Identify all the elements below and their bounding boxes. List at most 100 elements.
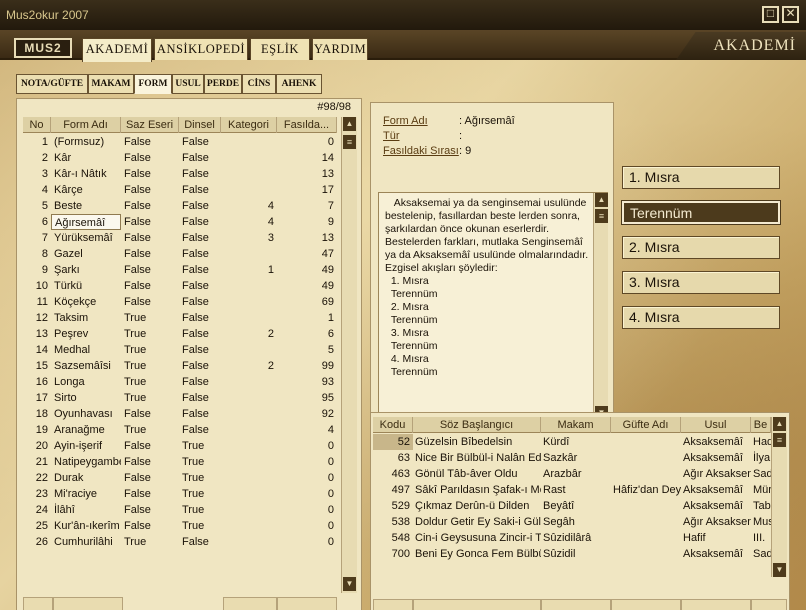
tab-yardim[interactable]: YARDIM bbox=[312, 38, 368, 60]
table-row[interactable]: 63 Nice Bir Bülbül-i Nalân Edey Sazkâr Aksa… bbox=[373, 450, 771, 466]
cell-no: 20 bbox=[35, 440, 48, 452]
cell-form-adi: Şarkı bbox=[54, 264, 80, 276]
cell-soz-baslangici: Nice Bir Bülbül-i Nalân Edey bbox=[415, 452, 541, 464]
tab-eslik[interactable]: EŞLİK bbox=[250, 38, 310, 60]
column-header-form-adi[interactable]: Form Adı bbox=[51, 117, 121, 133]
table-row[interactable]: 5 Beste False False 4 7 bbox=[23, 198, 337, 214]
table-row[interactable]: 14 Medhal True False 5 bbox=[23, 342, 337, 358]
scroll-up-icon[interactable]: ▲ bbox=[773, 417, 786, 431]
table-row[interactable]: 25 Kur'ân-ıkerîm False True 0 bbox=[23, 518, 337, 534]
table-row[interactable]: 17 Sirto True False 95 bbox=[23, 390, 337, 406]
section-button-5[interactable]: 4. Mısra bbox=[622, 306, 780, 329]
close-button[interactable]: ✕ bbox=[782, 6, 799, 23]
table-row[interactable]: 7 Yürüksemâî False False 3 13 bbox=[23, 230, 337, 246]
column-header-gufte-adi[interactable]: Güfte Adı bbox=[611, 417, 681, 433]
scroll-thumb-icon[interactable]: ≡ bbox=[595, 209, 608, 223]
description-scrollbar[interactable]: ▲ ≡ ▼ bbox=[593, 193, 608, 421]
cell-gufte-adi bbox=[611, 498, 681, 514]
table-row[interactable]: 22 Durak False True 0 bbox=[23, 470, 337, 486]
column-header-no[interactable]: No bbox=[23, 117, 51, 133]
column-header-kodu[interactable]: Kodu bbox=[373, 417, 413, 433]
column-header-soz-baslangici[interactable]: Söz Başlangıcı bbox=[413, 417, 541, 433]
cell-kategori: 1 bbox=[267, 264, 274, 276]
subtab-form[interactable]: FORM bbox=[134, 74, 172, 94]
scroll-down-icon[interactable]: ▼ bbox=[343, 577, 356, 591]
table-row[interactable]: 15 Sazsemâîsi True False 2 99 bbox=[23, 358, 337, 374]
subtab-usul[interactable]: USUL bbox=[172, 74, 204, 94]
table-row[interactable]: 4 Kârçe False False 17 bbox=[23, 182, 337, 198]
scroll-thumb-icon[interactable]: ≡ bbox=[773, 433, 786, 447]
table-row[interactable]: 19 Aranağme True False 4 bbox=[23, 422, 337, 438]
section-button-2[interactable]: Terennüm bbox=[622, 201, 780, 224]
cell-kategori bbox=[221, 182, 277, 198]
table-row[interactable]: 1 (Formsuz) False False 0 bbox=[23, 134, 337, 150]
table-row[interactable]: 21 Natipeygambe False True 0 bbox=[23, 454, 337, 470]
subtab-nota-gufte[interactable]: NOTA/GÜFTE bbox=[16, 74, 88, 94]
cell-makam: Sazkâr bbox=[543, 452, 578, 464]
table-row[interactable]: 538 Doldur Getir Ey Saki-i Gülç Segâh Ağır … bbox=[373, 514, 771, 530]
table-row[interactable]: 548 Cin-i Geysusuna Zincir-i Te Sûzidilârâ… bbox=[373, 530, 771, 546]
subtab-perde[interactable]: PERDE bbox=[204, 74, 242, 94]
column-header-saz-eseri[interactable]: Saz Eseri bbox=[121, 117, 179, 133]
cell-saz-eseri: True bbox=[124, 360, 147, 372]
form-description[interactable]: Aksaksemai ya da senginsemai usulünde be… bbox=[378, 192, 608, 422]
table-row[interactable]: 16 Longa True False 93 bbox=[23, 374, 337, 390]
table-row[interactable]: 9 Şarkı False False 1 49 bbox=[23, 262, 337, 278]
cell-dinsel: True bbox=[182, 520, 205, 532]
table-row[interactable]: 52 Güzelsin Bîbedelsin Kürdî Aksaksemâî Had bbox=[373, 434, 771, 450]
section-button-1[interactable]: 1. Mısra bbox=[622, 166, 780, 189]
table-row[interactable]: 26 Cumhurilâhi True False 0 bbox=[23, 534, 337, 550]
column-header-usul[interactable]: Usul bbox=[681, 417, 751, 433]
cell-saz-eseri: False bbox=[124, 184, 151, 196]
cell-kategori bbox=[221, 438, 277, 454]
subtab-cins[interactable]: CİNS bbox=[242, 74, 276, 94]
table-row[interactable]: 497 Sâkî Parıldasın Şafak-ı Mey Rast Hâfiz'… bbox=[373, 482, 771, 498]
table-row[interactable]: 24 İlâhî False True 0 bbox=[23, 502, 337, 518]
section-button-4[interactable]: 3. Mısra bbox=[622, 271, 780, 294]
cell-no: 16 bbox=[35, 376, 48, 388]
table-row[interactable]: 11 Köçekçe False False 69 bbox=[23, 294, 337, 310]
column-header-dinsel[interactable]: Dinsel bbox=[179, 117, 221, 133]
table-row[interactable]: 12 Taksim True False 1 bbox=[23, 310, 337, 326]
works-scrollbar[interactable]: ▲ ≡ ▼ bbox=[771, 417, 787, 577]
cell-dinsel: True bbox=[182, 440, 205, 452]
scroll-up-icon[interactable]: ▲ bbox=[595, 193, 608, 207]
table-row[interactable]: 529 Çıkmaz Derûn-ü Dilden Beyâtî Aksaksemâî… bbox=[373, 498, 771, 514]
tab-ansiklopedi[interactable]: ANSİKLOPEDİ bbox=[154, 38, 248, 60]
cell-fasilda: 49 bbox=[321, 280, 334, 292]
tab-akademi[interactable]: AKADEMİ bbox=[82, 38, 152, 62]
column-header-kategori[interactable]: Kategori bbox=[221, 117, 277, 133]
subtab-makam[interactable]: MAKAM bbox=[88, 74, 134, 94]
table-row[interactable]: 20 Ayin-işerif False True 0 bbox=[23, 438, 337, 454]
section-button-3[interactable]: 2. Mısra bbox=[622, 236, 780, 259]
table-row[interactable]: 2 Kâr False False 14 bbox=[23, 150, 337, 166]
cell-makam: Arazbâr bbox=[543, 468, 582, 480]
table-row[interactable]: 3 Kâr-ı Nâtık False False 13 bbox=[23, 166, 337, 182]
table-row[interactable]: 10 Türkü False False 49 bbox=[23, 278, 337, 294]
column-header-fasilda[interactable]: Fasılda... bbox=[277, 117, 337, 133]
cell-saz-eseri: False bbox=[124, 232, 151, 244]
table-row[interactable]: 8 Gazel False False 47 bbox=[23, 246, 337, 262]
table-row[interactable]: 463 Gönül Tâb-âver Oldu Arazbâr Ağır Aksaks… bbox=[373, 466, 771, 482]
cell-kategori bbox=[221, 518, 277, 534]
cell-fasilda: 47 bbox=[321, 248, 334, 260]
scroll-thumb-icon[interactable]: ≡ bbox=[343, 135, 356, 149]
table-row[interactable]: 23 Mi'raciye False True 0 bbox=[23, 486, 337, 502]
cell-makam: Sûzidilârâ bbox=[543, 532, 592, 544]
footer-cell bbox=[223, 597, 277, 610]
cell-soz-baslangici: Cin-i Geysusuna Zincir-i Te bbox=[415, 532, 541, 544]
table-row[interactable]: 13 Peşrev True False 2 6 bbox=[23, 326, 337, 342]
maximize-button[interactable]: □ bbox=[762, 6, 779, 23]
cell-saz-eseri: False bbox=[124, 136, 151, 148]
subtab-ahenk[interactable]: AHENK bbox=[276, 74, 322, 94]
table-row[interactable]: 700 Beni Ey Gonca Fem Bülbül Sûzidil Aksaks… bbox=[373, 546, 771, 562]
cell-fasilda: 95 bbox=[321, 392, 334, 404]
scroll-down-icon[interactable]: ▼ bbox=[773, 563, 786, 577]
column-header-beste[interactable]: Be bbox=[751, 417, 771, 433]
cell-gufte-adi: Hâfiz'dan Dey bbox=[613, 484, 681, 496]
table-row[interactable]: 18 Oyunhavası False False 92 bbox=[23, 406, 337, 422]
table-row[interactable]: 6 Ağırsemâî False False 4 9 bbox=[23, 214, 337, 230]
scroll-up-icon[interactable]: ▲ bbox=[343, 117, 356, 131]
form-list-scrollbar[interactable]: ▲ ≡ ▼ bbox=[341, 117, 357, 593]
column-header-makam[interactable]: Makam bbox=[541, 417, 611, 433]
